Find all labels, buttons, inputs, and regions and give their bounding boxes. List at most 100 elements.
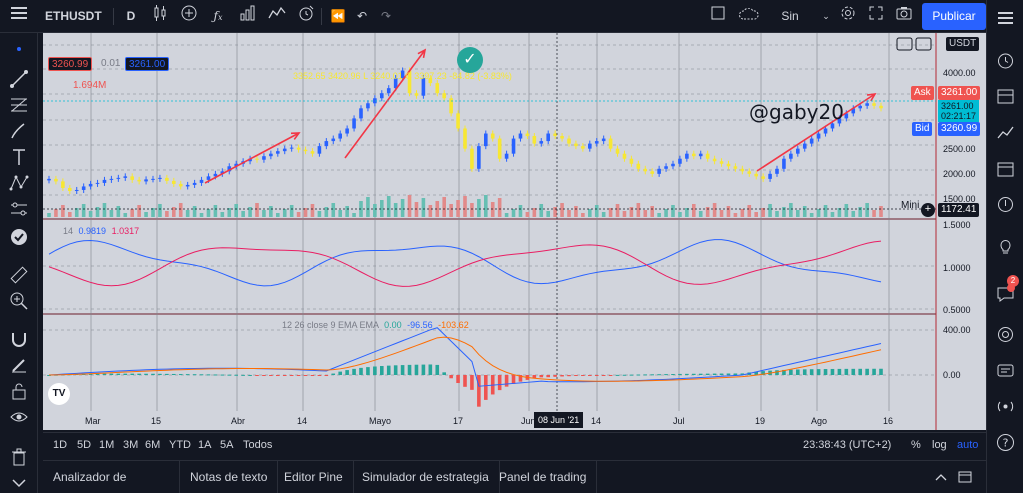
collapse-up-icon[interactable]	[933, 469, 949, 485]
interval-selector[interactable]: D	[122, 5, 140, 28]
templates-icon[interactable]	[267, 5, 287, 28]
chart-type-icon[interactable]	[150, 5, 170, 28]
calendar-icon[interactable]	[995, 158, 1016, 179]
trend-line-icon[interactable]	[9, 69, 29, 89]
candle-body	[504, 153, 509, 159]
percent-scale-button[interactable]: %	[911, 439, 921, 451]
brush-icon[interactable]	[9, 121, 29, 141]
favorites-check-icon[interactable]	[9, 227, 29, 247]
chart-canvas[interactable]	[43, 33, 986, 430]
maximize-panel-icon[interactable]	[957, 469, 973, 485]
compare-add-icon[interactable]	[179, 5, 199, 28]
replay-icon[interactable]: ⏪	[328, 5, 348, 28]
alert-icon[interactable]	[296, 5, 316, 28]
range-button-6m[interactable]: 6M	[145, 439, 160, 451]
magnet-icon[interactable]	[9, 329, 29, 349]
streams-icon[interactable]	[995, 324, 1016, 345]
macd-histogram-bar	[622, 374, 627, 376]
cloud-icon[interactable]	[738, 5, 760, 28]
alarm-clock-icon[interactable]	[995, 50, 1016, 71]
svg-text:?: ?	[1003, 437, 1009, 450]
volume-bar	[650, 206, 654, 217]
range-button-1m[interactable]: 1M	[99, 439, 114, 451]
trash-icon[interactable]	[9, 447, 29, 467]
compare-boxes-icon[interactable]	[896, 37, 932, 51]
bid-price-badge[interactable]: 3260.99	[48, 57, 93, 71]
chart-area[interactable]: 3260.99 0.01 3261.00 1.694M 3352.65 3420…	[43, 33, 986, 430]
price-axis-label: 2500.00	[943, 144, 976, 154]
macd-histogram-bar	[380, 366, 384, 375]
eye-icon[interactable]	[9, 407, 29, 427]
macd-histogram-bar	[428, 364, 433, 375]
macd-histogram-bar	[234, 374, 238, 376]
volume-bar	[61, 205, 65, 217]
candle-body	[151, 178, 155, 180]
text-tool-icon[interactable]	[9, 147, 29, 167]
range-button-1a[interactable]: 1A	[198, 439, 211, 451]
lightbulb-icon[interactable]	[995, 236, 1016, 257]
tab-text-notes[interactable]: Notas de texto	[180, 461, 279, 493]
menu-icon[interactable]	[8, 5, 30, 28]
time-axis-label: Mar	[85, 416, 101, 426]
candle-body	[262, 156, 266, 160]
range-button-1d[interactable]: 1D	[53, 439, 67, 451]
log-scale-button[interactable]: log	[932, 439, 947, 451]
ideas-icon[interactable]	[995, 194, 1016, 215]
fullscreen-layout-icon[interactable]	[708, 5, 728, 28]
tab-stock-screener[interactable]: Analizador de acciones ⌄	[43, 461, 180, 493]
hotlist-icon[interactable]	[995, 122, 1016, 143]
macd-histogram-bar	[463, 375, 467, 387]
broadcast-icon[interactable]	[995, 396, 1016, 417]
notifications-icon[interactable]	[995, 360, 1016, 381]
chat-icon[interactable]	[995, 284, 1016, 305]
fullscreen-icon[interactable]	[866, 5, 886, 28]
volume-bar	[456, 200, 460, 217]
undo-icon[interactable]: ↶	[352, 5, 372, 28]
help-icon[interactable]: ?	[995, 432, 1016, 453]
macd-histogram-bar	[546, 375, 550, 378]
fib-retracement-icon[interactable]	[9, 95, 29, 115]
add-level-icon[interactable]: +	[921, 203, 935, 217]
clock-timezone[interactable]: 23:38:43 (UTC+2)	[803, 439, 891, 451]
macd-histogram-bar	[816, 369, 821, 375]
vortex-plus-line	[48, 239, 882, 287]
lock-icon[interactable]	[9, 381, 29, 401]
layout-name[interactable]: Sin nombre	[760, 5, 820, 46]
camera-icon[interactable]	[894, 5, 914, 28]
gear-icon[interactable]	[838, 5, 858, 28]
watermark-text: @gaby20	[749, 100, 844, 124]
tab-strategy-tester[interactable]: Simulador de estrategia	[352, 461, 500, 493]
zoom-in-icon[interactable]	[9, 291, 29, 311]
chevron-down-icon[interactable]: ⌄	[820, 5, 832, 28]
redo-icon[interactable]: ↷	[376, 5, 396, 28]
candle-body	[324, 141, 329, 147]
candle-body	[650, 171, 654, 174]
range-button-5a[interactable]: 5A	[220, 439, 233, 451]
range-button-ytd[interactable]: YTD	[169, 439, 191, 451]
ask-price-badge[interactable]: 3261.00	[125, 57, 170, 71]
candle-body	[276, 151, 280, 154]
volume-bar	[796, 210, 800, 217]
symbol-search[interactable]: ETHUSDT	[45, 5, 107, 28]
pattern-icon[interactable]	[9, 173, 29, 193]
ruler-icon[interactable]	[9, 265, 29, 285]
tab-trading-panel[interactable]: Panel de trading	[489, 461, 598, 493]
publish-button[interactable]: Publicar	[922, 3, 986, 30]
tab-pine-editor[interactable]: Editor Pine	[274, 461, 354, 493]
range-button-5d[interactable]: 5D	[77, 439, 91, 451]
watchlist-icon[interactable]	[995, 8, 1016, 29]
volume-bar	[865, 203, 869, 217]
candle-body	[692, 153, 696, 157]
macd-histogram-bar	[269, 375, 273, 376]
indicators-icon[interactable]: ƒx	[208, 5, 228, 28]
range-button-todos[interactable]: Todos	[243, 439, 272, 451]
crosshair-icon[interactable]	[9, 39, 29, 59]
pencil-lock-icon[interactable]	[9, 355, 29, 375]
financials-icon[interactable]	[238, 5, 258, 28]
forecast-icon[interactable]	[9, 199, 29, 219]
collapse-chevron-icon[interactable]	[9, 473, 29, 493]
currency-badge[interactable]: USDT	[946, 37, 980, 51]
range-button-3m[interactable]: 3M	[123, 439, 138, 451]
data-window-icon[interactable]	[995, 86, 1016, 107]
auto-scale-button[interactable]: auto	[957, 439, 978, 451]
